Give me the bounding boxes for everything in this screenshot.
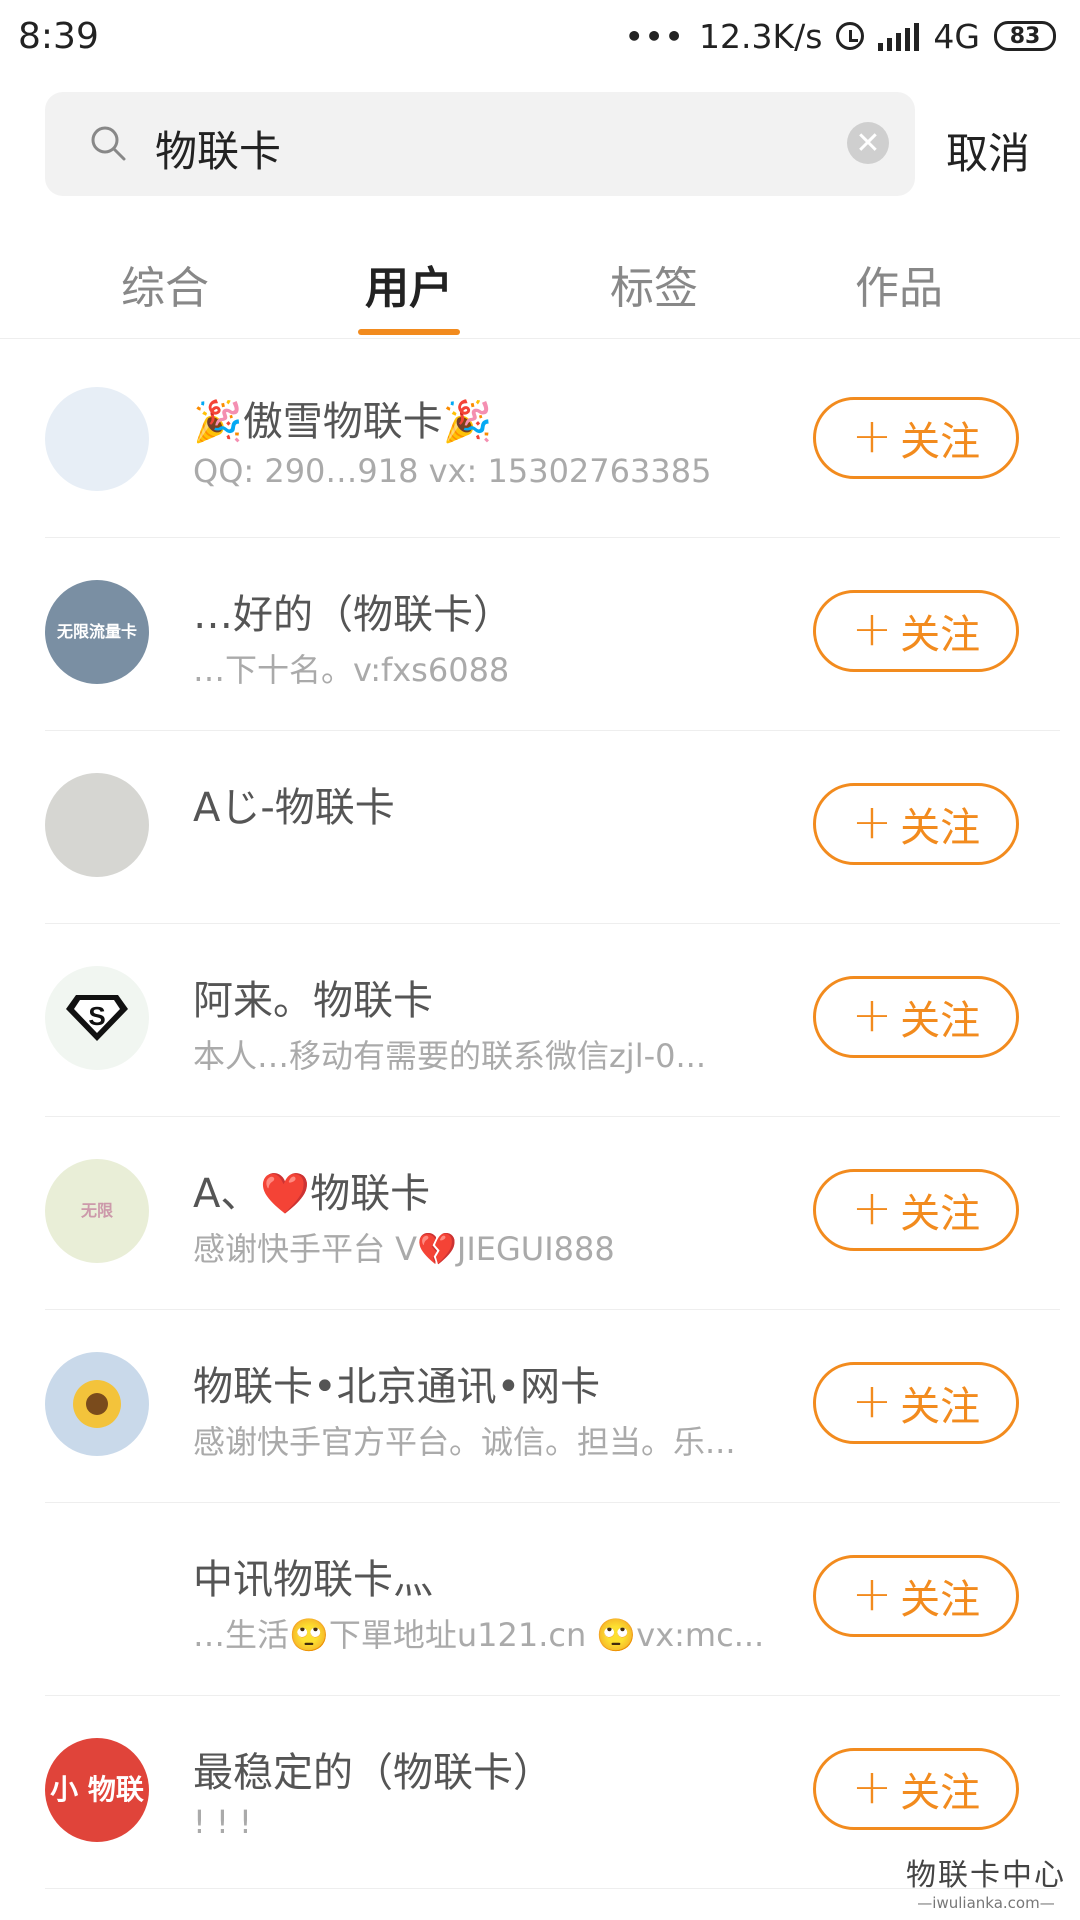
- follow-label: 关注: [900, 1384, 981, 1430]
- follow-button[interactable]: + 关注: [813, 976, 1019, 1058]
- tab-works[interactable]: 作品: [855, 252, 943, 316]
- user-description: …下十名。v:fxs6088: [193, 651, 510, 689]
- avatar[interactable]: S: [45, 966, 149, 1070]
- signal-icon: [878, 21, 920, 51]
- network-type: 4G: [933, 16, 980, 56]
- user-description: …生活🙄下單地址u121.cn 🙄vx:mc...: [193, 1616, 765, 1654]
- alarm-icon: [836, 22, 865, 50]
- tab-tags[interactable]: 标签: [610, 252, 698, 316]
- plus-icon: +: [851, 1180, 893, 1236]
- follow-label: 关注: [900, 1191, 981, 1237]
- superman-logo-icon: S: [66, 995, 128, 1041]
- follow-button[interactable]: + 关注: [813, 1169, 1019, 1251]
- plus-icon: +: [851, 601, 893, 657]
- follow-button[interactable]: + 关注: [813, 1362, 1019, 1444]
- list-item[interactable]: 无限 A、❤️物联卡 感谢快手平台 V💔JIEGUI888 + 关注: [0, 1117, 1080, 1310]
- plus-icon: +: [851, 1759, 893, 1815]
- user-name: 物联卡•北京通讯•网卡: [193, 1364, 601, 1410]
- follow-button[interactable]: + 关注: [813, 397, 1019, 479]
- follow-label: 关注: [900, 1770, 981, 1816]
- user-name: 最稳定的（物联卡）: [193, 1750, 553, 1796]
- user-description: 本人…移动有需要的联系微信zjl-0...: [193, 1037, 707, 1075]
- plus-icon: +: [851, 408, 893, 464]
- status-time: 8:39: [18, 16, 99, 57]
- clear-icon[interactable]: ✕: [847, 122, 889, 164]
- watermark-title: 物联卡中心: [906, 1858, 1066, 1893]
- list-item[interactable]: 物联卡•北京通讯•网卡 感谢快手官方平台。诚信。担当。乐... + 关注: [0, 1310, 1080, 1503]
- tabs-divider: [0, 338, 1080, 339]
- cancel-button[interactable]: 取消: [946, 120, 1030, 181]
- user-list: 🎉傲雪物联卡🎉 QQ: 290…918 vx: 15302763385 + 关注…: [0, 345, 1080, 1889]
- follow-button[interactable]: + 关注: [813, 1555, 1019, 1637]
- follow-button[interactable]: + 关注: [813, 590, 1019, 672]
- tab-users[interactable]: 用户: [365, 252, 453, 316]
- avatar[interactable]: 无限流量卡: [45, 580, 149, 684]
- tab-comprehensive[interactable]: 综合: [121, 252, 209, 316]
- network-speed: 12.3K/s: [698, 16, 823, 56]
- avatar[interactable]: 小 物联: [45, 1738, 149, 1842]
- user-name: A、❤️物联卡: [193, 1171, 431, 1217]
- plus-icon: +: [851, 794, 893, 850]
- user-name: 阿来。物联卡: [193, 978, 433, 1024]
- plus-icon: +: [851, 1373, 893, 1429]
- user-description: QQ: 290…918 vx: 15302763385: [193, 452, 712, 490]
- user-description: ! ! !: [193, 1803, 252, 1841]
- user-description: 感谢快手官方平台。诚信。担当。乐...: [193, 1423, 736, 1461]
- user-name: 🎉傲雪物联卡🎉: [193, 399, 493, 445]
- follow-label: 关注: [900, 1577, 981, 1623]
- watermark: 物联卡中心 —iwulianka.com—: [906, 1850, 1066, 1912]
- avatar[interactable]: 无限: [45, 1159, 149, 1263]
- follow-label: 关注: [900, 419, 981, 465]
- follow-label: 关注: [900, 805, 981, 851]
- list-item[interactable]: 无限流量卡 …好的（物联卡） …下十名。v:fxs6088 + 关注: [0, 538, 1080, 731]
- search-tabs: 综合 用户 标签 作品: [0, 240, 1080, 340]
- avatar[interactable]: [45, 387, 149, 491]
- follow-label: 关注: [900, 998, 981, 1044]
- search-query: 物联卡: [155, 127, 282, 176]
- active-tab-indicator: [358, 329, 460, 335]
- status-bar: 8:39 ••• 12.3K/s 4G 83: [0, 0, 1080, 74]
- watermark-url: —iwulianka.com—: [917, 1894, 1055, 1912]
- sunflower-icon: [73, 1380, 121, 1428]
- battery-icon: 83: [994, 21, 1056, 51]
- status-indicators: ••• 12.3K/s 4G 83: [625, 14, 1056, 58]
- svg-text:S: S: [88, 1001, 105, 1031]
- search-input[interactable]: 物联卡 ✕: [45, 92, 915, 196]
- user-description: 感谢快手平台 V💔JIEGUI888: [193, 1230, 615, 1268]
- user-name: Aじ-物联卡: [193, 785, 395, 831]
- list-item[interactable]: Aじ-物联卡 + 关注: [0, 731, 1080, 924]
- follow-button[interactable]: + 关注: [813, 1748, 1019, 1830]
- user-name: …好的（物联卡）: [193, 592, 513, 638]
- list-item[interactable]: S 阿来。物联卡 本人…移动有需要的联系微信zjl-0... + 关注: [0, 924, 1080, 1117]
- avatar[interactable]: [45, 1545, 149, 1649]
- follow-button[interactable]: + 关注: [813, 783, 1019, 865]
- avatar[interactable]: [45, 1352, 149, 1456]
- avatar[interactable]: [45, 773, 149, 877]
- follow-label: 关注: [900, 612, 981, 658]
- more-notifications-icon: •••: [625, 19, 685, 53]
- user-name: 中讯物联卡灬: [193, 1557, 433, 1603]
- plus-icon: +: [851, 1566, 893, 1622]
- search-icon: [91, 126, 126, 161]
- plus-icon: +: [851, 987, 893, 1043]
- list-item[interactable]: 🎉傲雪物联卡🎉 QQ: 290…918 vx: 15302763385 + 关注: [0, 345, 1080, 538]
- list-item[interactable]: 中讯物联卡灬 …生活🙄下單地址u121.cn 🙄vx:mc... + 关注: [0, 1503, 1080, 1696]
